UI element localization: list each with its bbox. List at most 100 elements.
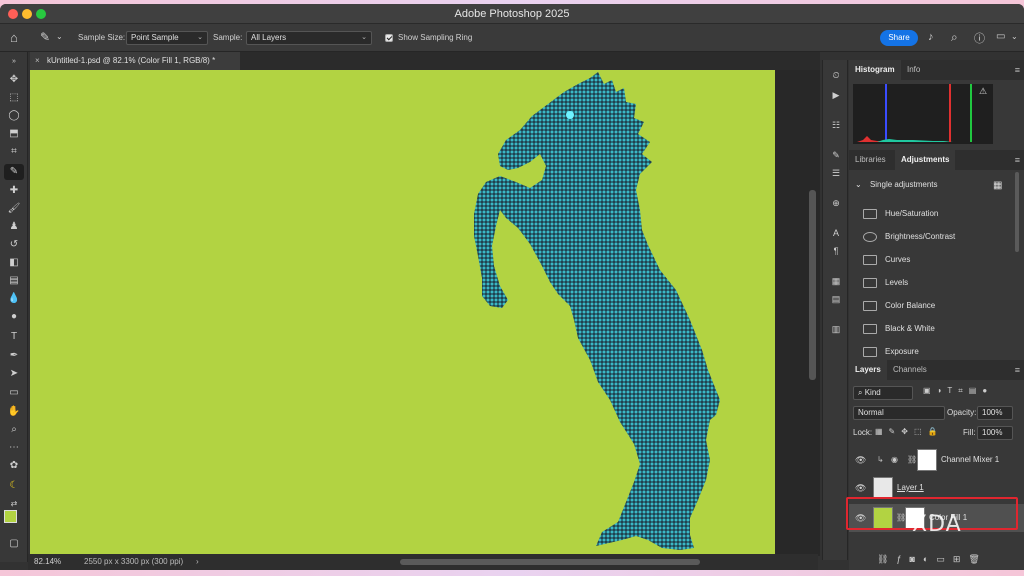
- brush-settings-icon[interactable]: ☰: [828, 166, 844, 180]
- single-adjustments-header[interactable]: ⌄ Single adjustments: [855, 180, 938, 189]
- eyedropper-icon[interactable]: ✎: [4, 164, 24, 180]
- adjustment-hue-saturation[interactable]: Hue/Saturation: [863, 206, 938, 222]
- new-layer-icon[interactable]: ⊞: [953, 554, 969, 564]
- path-selection-icon[interactable]: ➤: [4, 366, 24, 382]
- zoom-tool-icon[interactable]: ⌕: [4, 422, 24, 438]
- type-tool-icon[interactable]: T: [4, 329, 24, 345]
- horizontal-scrollbar[interactable]: [400, 559, 700, 565]
- link-layers-icon[interactable]: ⛓: [877, 554, 896, 564]
- opacity-input[interactable]: 100%: [977, 406, 1013, 420]
- close-window-button[interactable]: [8, 9, 18, 19]
- object-selection-tool-icon[interactable]: ⬒: [4, 126, 24, 142]
- stamp-tool-icon[interactable]: ♟: [4, 219, 24, 235]
- move-tool-icon[interactable]: ✥: [4, 72, 24, 88]
- layer-filter-select[interactable]: ⌕ Kind: [853, 386, 913, 400]
- curves-icon: [863, 254, 877, 265]
- banana-icon[interactable]: ☾: [4, 478, 24, 494]
- clone-source-icon[interactable]: ⊕: [828, 196, 844, 210]
- grid-view-icon[interactable]: ▦: [993, 180, 1002, 191]
- adjustment-black-white[interactable]: Black & White: [863, 321, 935, 337]
- visibility-eye-icon[interactable]: 👁: [855, 446, 866, 474]
- share-button[interactable]: Share: [880, 30, 918, 46]
- hand-tool-icon[interactable]: ✋: [4, 404, 24, 420]
- edit-toolbar-icon[interactable]: ⋯: [4, 440, 24, 456]
- home-icon[interactable]: ⌂: [10, 30, 18, 45]
- fx-icon[interactable]: ƒ: [896, 554, 909, 564]
- pen-tool-icon[interactable]: ✒: [4, 348, 24, 364]
- eyedropper-tool-icon[interactable]: ✎: [40, 30, 50, 44]
- add-mask-icon[interactable]: ◙: [909, 554, 922, 564]
- adjustment-brightness-contrast[interactable]: Brightness/Contrast: [863, 229, 955, 245]
- properties-icon[interactable]: ☷: [828, 118, 844, 132]
- panel-menu-icon[interactable]: ≡: [1015, 60, 1020, 80]
- layer-row-channel-mixer[interactable]: 👁 ↳ ◉ ⛓ Channel Mixer 1: [849, 446, 1024, 474]
- tab-adjustments[interactable]: Adjustments: [895, 150, 956, 170]
- adjustment-curves[interactable]: Curves: [863, 252, 910, 268]
- notes-icon[interactable]: ▤: [828, 292, 844, 306]
- 3d-icon[interactable]: ▥: [828, 322, 844, 336]
- tab-info[interactable]: Info: [901, 60, 926, 80]
- workspace-chevron-icon[interactable]: ⌄: [1011, 32, 1018, 41]
- close-tab-icon[interactable]: ×: [35, 52, 40, 70]
- dodge-tool-icon[interactable]: ●: [4, 309, 24, 325]
- adjustment-color-balance[interactable]: Color Balance: [863, 298, 935, 314]
- document-tab[interactable]: × kUntitled-1.psd @ 82.1% (Color Fill 1,…: [30, 52, 240, 70]
- vertical-scrollbar[interactable]: [809, 190, 816, 380]
- tab-histogram[interactable]: Histogram: [849, 60, 901, 80]
- sample-size-select[interactable]: Point Sample ⌄: [126, 31, 208, 45]
- layer-filter-icons[interactable]: ▣◑T⌗▤●: [923, 386, 993, 396]
- bell-icon[interactable]: ♪: [928, 31, 934, 43]
- collapse-toolbar-icon[interactable]: »: [4, 54, 24, 70]
- maximize-window-button[interactable]: [36, 9, 46, 19]
- histogram-graph: ⚠: [853, 84, 993, 144]
- marquee-tool-icon[interactable]: ⬚: [4, 90, 24, 106]
- history-brush-icon[interactable]: ↺: [4, 237, 24, 253]
- gradient-tool-icon[interactable]: ▤: [4, 273, 24, 289]
- tab-channels[interactable]: Channels: [887, 360, 933, 380]
- adjustment-levels[interactable]: Levels: [863, 275, 908, 291]
- color-balance-icon: [863, 300, 877, 311]
- new-group-icon[interactable]: ▭: [936, 554, 953, 564]
- sample-select[interactable]: All Layers ⌄: [246, 31, 372, 45]
- lock-icons[interactable]: ▦✎✥⬚🔒: [875, 427, 943, 436]
- lasso-tool-icon[interactable]: ◯: [4, 108, 24, 124]
- character-icon[interactable]: A: [828, 226, 844, 240]
- blur-tool-icon[interactable]: 💧: [4, 291, 24, 307]
- blend-mode-select[interactable]: Normal: [853, 406, 945, 420]
- zoom-level[interactable]: 82.14%: [34, 554, 61, 570]
- search-icon: ⌕: [858, 388, 863, 397]
- adjustment-exposure[interactable]: Exposure: [863, 344, 919, 360]
- show-sampling-ring-checkbox[interactable]: [385, 34, 393, 42]
- lock-label: Lock:: [853, 428, 873, 437]
- warning-icon[interactable]: ⚠: [979, 86, 987, 97]
- crop-tool-icon[interactable]: ⌗: [4, 144, 24, 160]
- screen-mode-icon[interactable]: ▢: [4, 536, 24, 552]
- history-icon[interactable]: ⏲: [828, 68, 844, 82]
- paragraph-icon[interactable]: ¶: [828, 244, 844, 258]
- healing-brush-icon[interactable]: ✚: [4, 183, 24, 199]
- minimize-window-button[interactable]: [22, 9, 32, 19]
- actions-icon[interactable]: ▶: [828, 88, 844, 102]
- eraser-tool-icon[interactable]: ◧: [4, 255, 24, 271]
- foreground-color-swatch[interactable]: [4, 510, 17, 523]
- fill-input[interactable]: 100%: [977, 426, 1013, 440]
- quick-mask-icon[interactable]: ✿: [4, 458, 24, 474]
- brush-tool-icon[interactable]: 🖌: [4, 201, 24, 217]
- adjustments-scrollbar[interactable]: [1015, 172, 1019, 252]
- tab-libraries[interactable]: Libraries: [849, 150, 892, 170]
- adjustment-layer-icon: ◉: [891, 455, 898, 464]
- document-canvas[interactable]: [30, 70, 775, 556]
- brushes-icon[interactable]: ✎: [828, 148, 844, 162]
- tab-layers[interactable]: Layers: [849, 360, 887, 380]
- glyphs-icon[interactable]: ▦: [828, 274, 844, 288]
- help-icon[interactable]: ⓘ: [974, 30, 985, 46]
- status-chevron-icon[interactable]: ›: [196, 554, 199, 570]
- panel-menu-icon[interactable]: ≡: [1015, 150, 1020, 170]
- rectangle-tool-icon[interactable]: ▭: [4, 385, 24, 401]
- workspace-icon[interactable]: ▭: [996, 31, 1005, 42]
- tool-preset-chevron-icon[interactable]: ⌄: [56, 32, 63, 41]
- search-icon[interactable]: ⌕: [951, 30, 958, 45]
- panel-menu-icon[interactable]: ≡: [1015, 360, 1020, 380]
- new-adjustment-icon[interactable]: ◐: [923, 554, 936, 564]
- trash-icon[interactable]: 🗑: [968, 554, 987, 564]
